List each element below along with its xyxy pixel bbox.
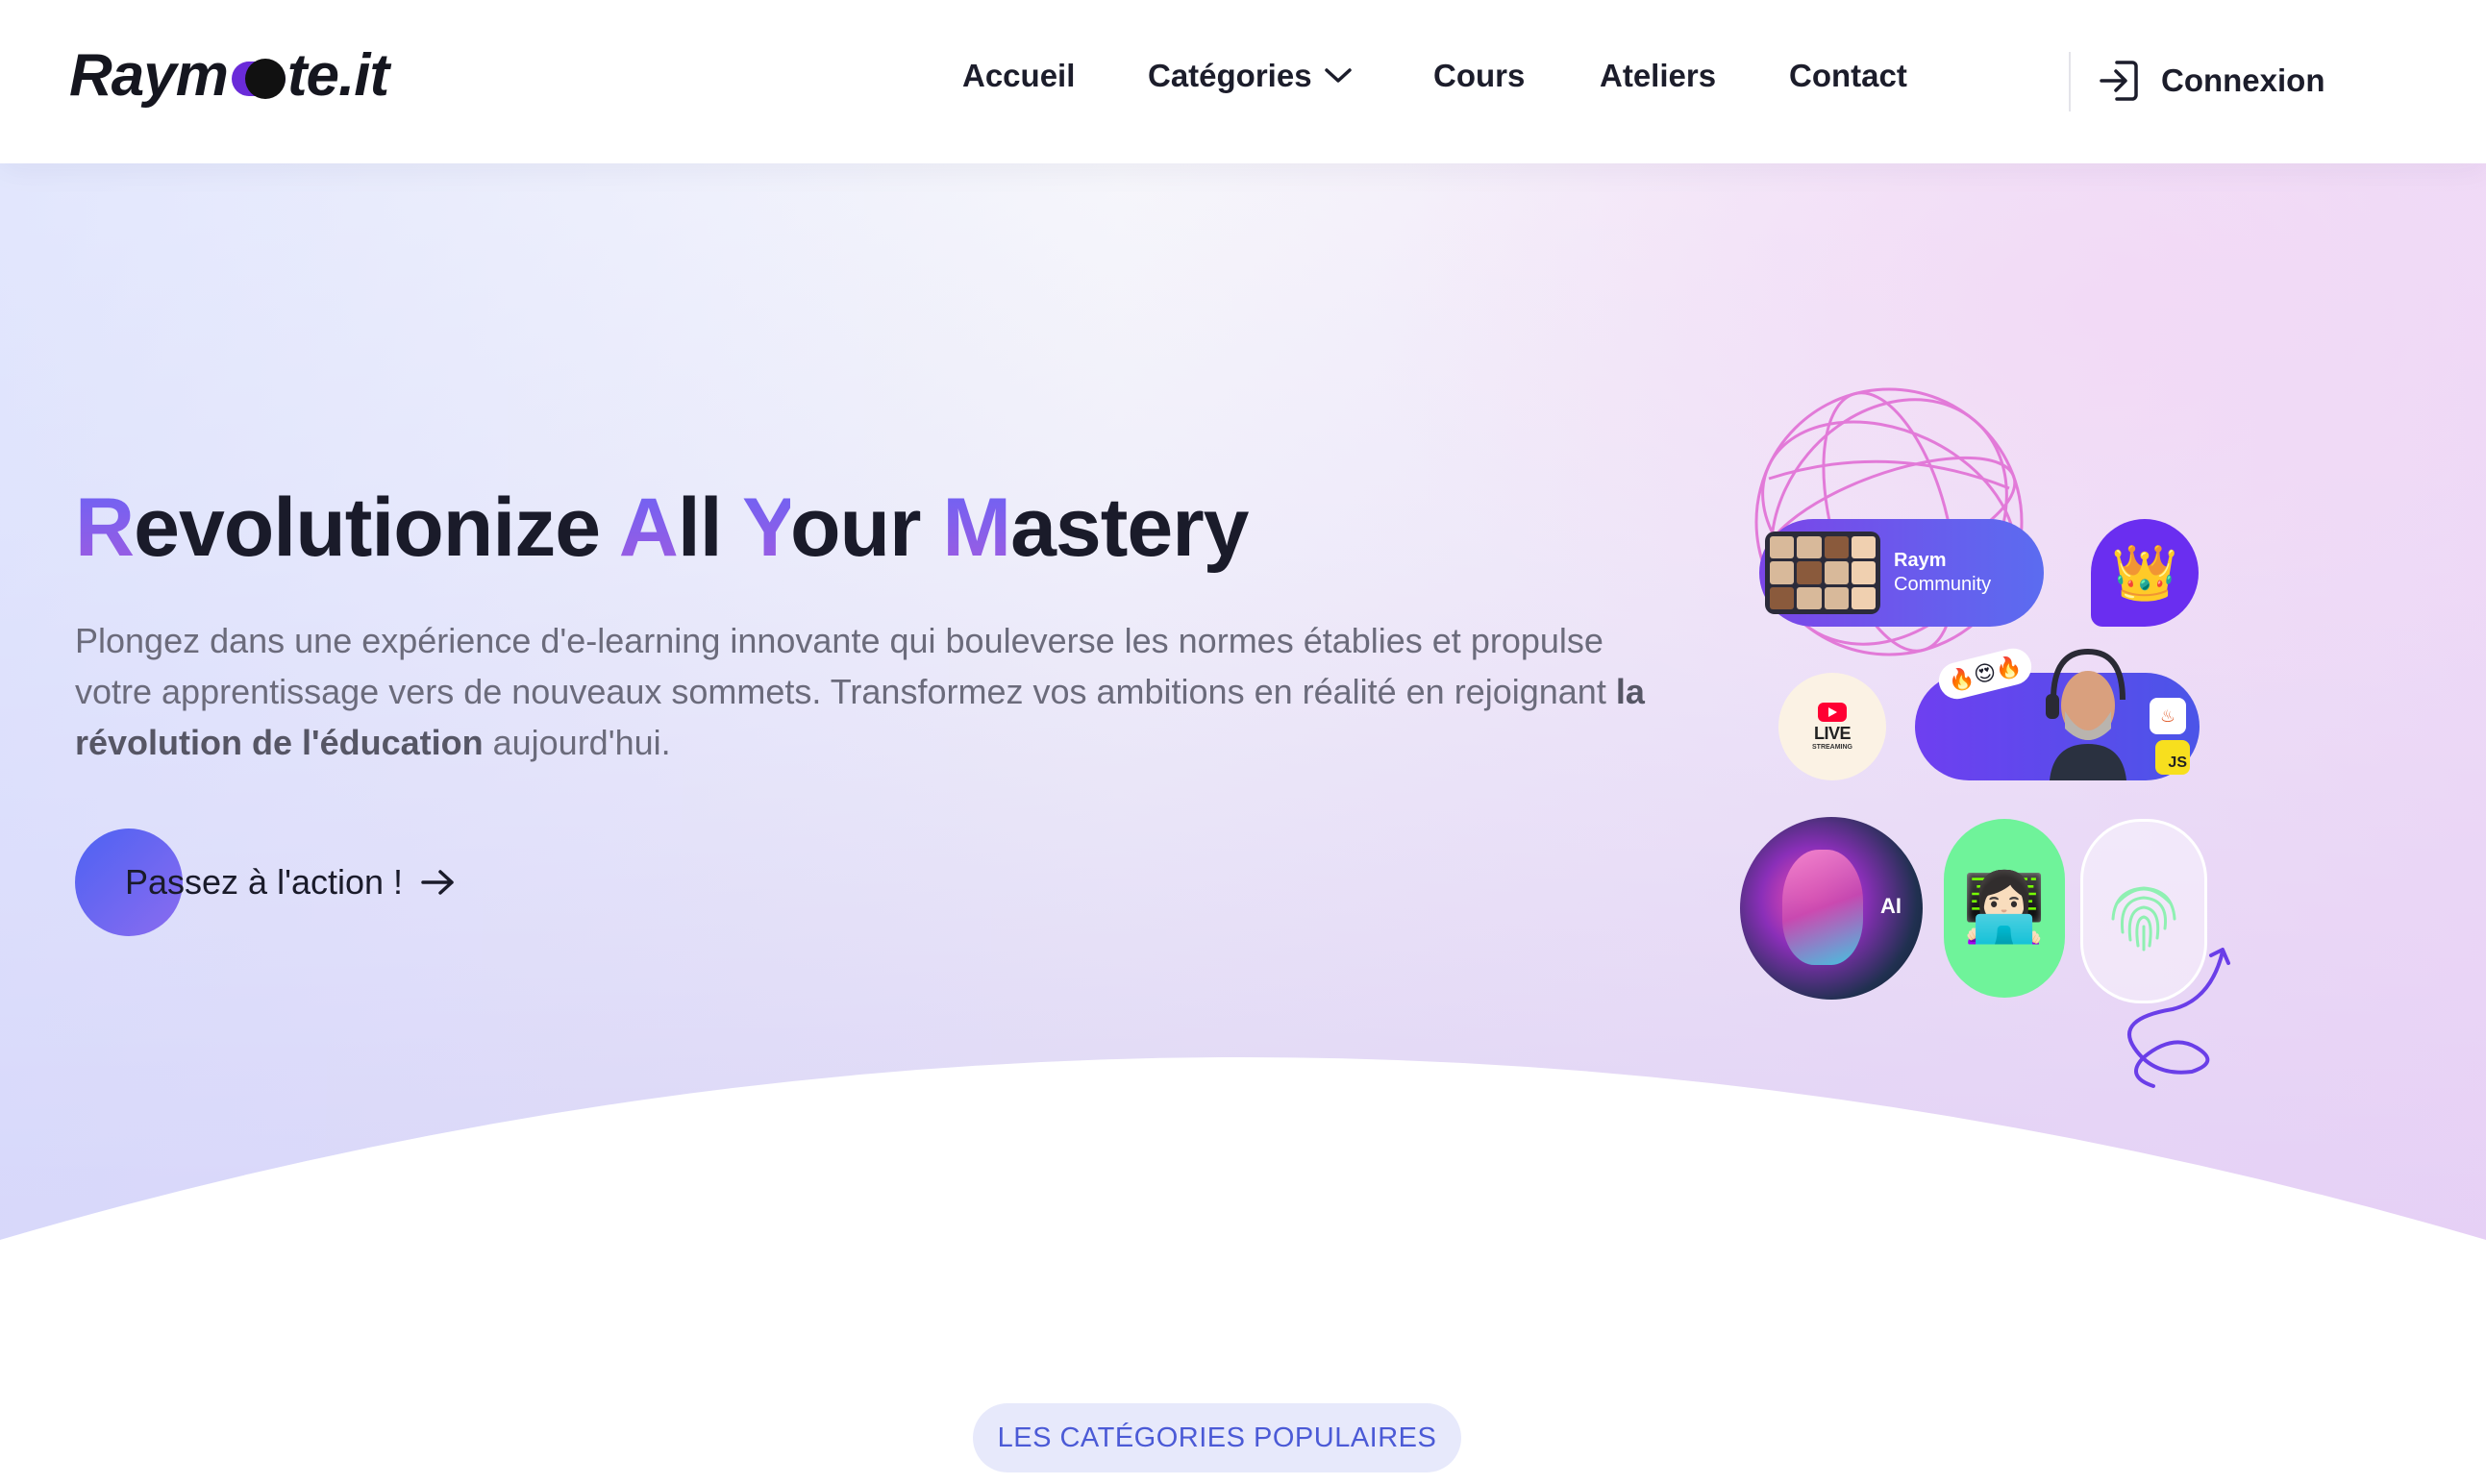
community-subtitle: Community xyxy=(1894,574,1992,595)
community-title: Raym xyxy=(1894,550,1947,571)
headline-accent-letter: R xyxy=(75,482,135,574)
nav-label: Accueil xyxy=(962,58,1076,93)
headline-accent-letter: A xyxy=(618,482,679,574)
hero-section: Revolutionize All Your Mastery Plongez d… xyxy=(0,163,2486,1288)
nav-label: Contact xyxy=(1789,58,1907,93)
hero-wave-divider xyxy=(0,1057,2486,1288)
site-logo[interactable]: Raym te.it xyxy=(69,37,389,113)
logo-text-right: te.it xyxy=(286,41,389,109)
java-icon: ♨ xyxy=(2150,698,2186,734)
live-sublabel: STREAMING xyxy=(1812,744,1852,751)
live-label: LIVE xyxy=(1813,724,1852,743)
instructor-avatar-icon xyxy=(2046,648,2126,780)
nav-item-ateliers[interactable]: Ateliers xyxy=(1600,58,1716,94)
description-text: Plongez dans une expérience d'e-learning… xyxy=(75,621,1616,711)
logo-toggle-mark xyxy=(231,59,286,99)
nav-item-contact[interactable]: Contact xyxy=(1789,58,1907,94)
nav-label: Ateliers xyxy=(1600,58,1717,93)
nav-item-cours[interactable]: Cours xyxy=(1433,58,1525,94)
logo-text-left: Raym xyxy=(69,41,229,109)
instructor-badge: 🔥😍🔥 ♨ JS xyxy=(1915,644,2200,780)
laptop-video-call-icon xyxy=(1765,532,1880,614)
arrow-right-icon xyxy=(421,870,454,895)
crown-emoji: 👑 xyxy=(2111,542,2178,603)
headline-word: ll xyxy=(677,482,742,574)
login-icon xyxy=(2100,61,2138,101)
login-label: Connexion xyxy=(2161,62,2325,98)
hero-headline: Revolutionize All Your Mastery xyxy=(75,481,1250,576)
nav-divider xyxy=(2069,52,2071,111)
nav-item-categories[interactable]: Catégories xyxy=(1148,58,1353,94)
description-text-end: aujourd'hui. xyxy=(483,723,671,762)
ai-label: AI xyxy=(1880,894,1902,918)
headline-word: our xyxy=(789,482,943,574)
live-streaming-badge: LIVE STREAMING xyxy=(1778,673,1886,780)
hero-description: Plongez dans une expérience d'e-learning… xyxy=(75,615,1652,768)
cta-label: Passez à l'action ! xyxy=(125,862,404,902)
headline-word: evolutionize xyxy=(134,482,619,574)
headline-accent-letter: M xyxy=(942,482,1011,574)
login-button[interactable]: Connexion xyxy=(2098,56,2325,106)
cta-button[interactable]: Passez à l'action ! xyxy=(75,829,457,936)
community-badge: Raym Community xyxy=(1759,519,2044,627)
nav-label: Catégories xyxy=(1148,58,1312,93)
section-badge: LES CATÉGORIES POPULAIRES xyxy=(973,1403,1461,1472)
headline-word: astery xyxy=(1010,482,1249,574)
nav-item-accueil[interactable]: Accueil xyxy=(962,58,1075,94)
nav-label: Cours xyxy=(1433,58,1526,93)
javascript-icon: JS xyxy=(2155,740,2190,775)
chevron-down-icon xyxy=(1324,68,1352,83)
section-badge-label: LES CATÉGORIES POPULAIRES xyxy=(997,1422,1437,1453)
site-header: Raym te.it Accueil Catégories Cours Ateli… xyxy=(0,0,2486,163)
youtube-icon xyxy=(1818,703,1847,722)
crown-icon: 👑 xyxy=(2091,519,2199,627)
headline-accent-letter: Y xyxy=(742,482,791,574)
